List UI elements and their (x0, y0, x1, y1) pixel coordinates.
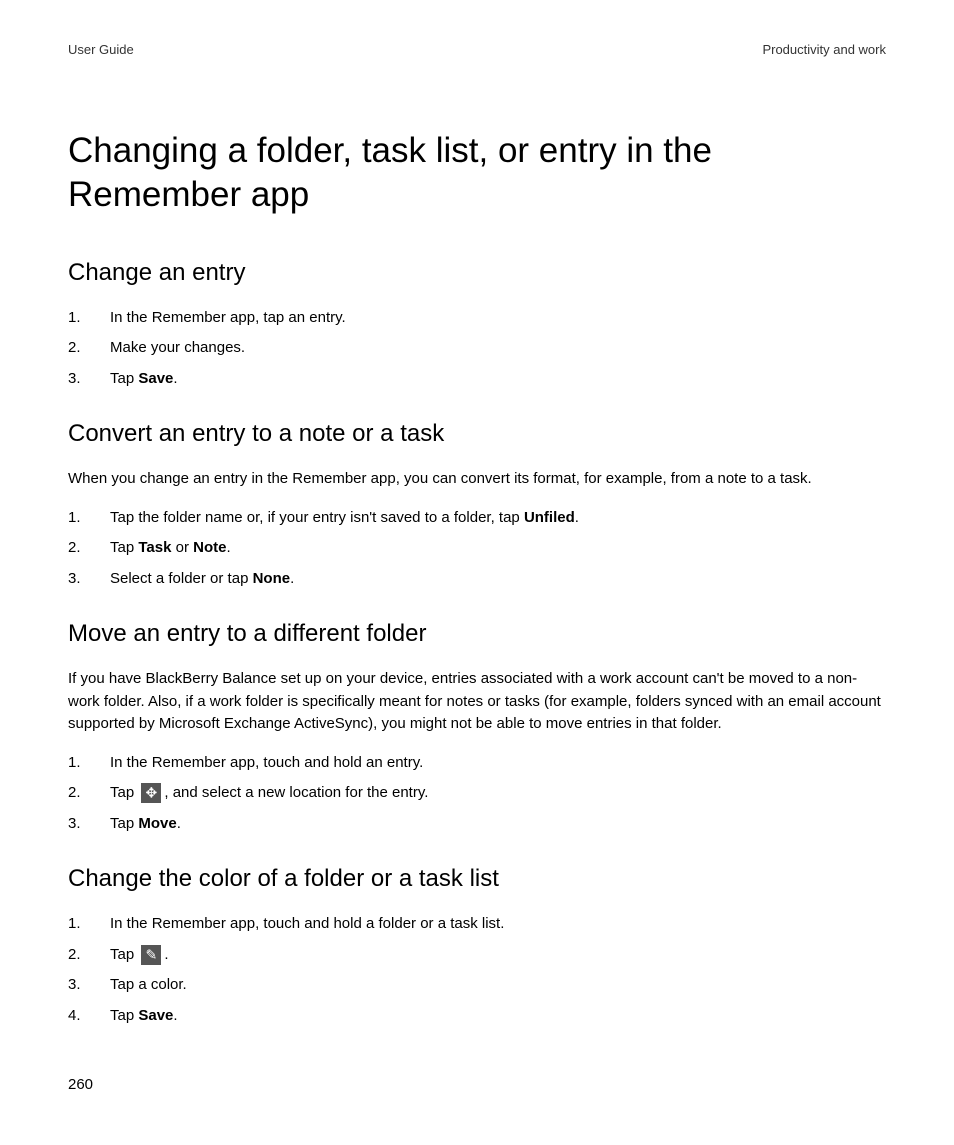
step-text: . (290, 570, 294, 587)
step-item: Tap the folder name or, if your entry is… (68, 507, 886, 530)
step-item: Tap a color. (68, 974, 886, 997)
step-list: Tap the folder name or, if your entry is… (68, 507, 886, 591)
section-intro: If you have BlackBerry Balance set up on… (68, 668, 886, 736)
step-text: . (173, 1007, 177, 1024)
move-icon (141, 783, 161, 803)
header-right: Productivity and work (762, 42, 886, 57)
header-left: User Guide (68, 42, 134, 57)
step-text: Select a folder or tap (110, 570, 253, 587)
step-text: , and select a new location for the entr… (164, 784, 428, 801)
step-text: Tap (110, 815, 138, 832)
step-list: In the Remember app, tap an entry. Make y… (68, 307, 886, 391)
step-item: Tap , and select a new location for the … (68, 782, 886, 805)
step-list: In the Remember app, touch and hold a fo… (68, 913, 886, 1027)
step-item: Tap Move. (68, 813, 886, 836)
step-text: Tap (110, 946, 138, 963)
step-item: Tap Task or Note. (68, 537, 886, 560)
step-bold: Save (138, 1007, 173, 1024)
step-item: Tap Save. (68, 368, 886, 391)
step-bold: Move (138, 815, 176, 832)
step-text: . (226, 539, 230, 556)
step-bold: Task (138, 539, 171, 556)
step-text: . (177, 815, 181, 832)
step-text: Tap (110, 370, 138, 387)
step-item: Tap . (68, 944, 886, 967)
step-item: In the Remember app, touch and hold an e… (68, 752, 886, 775)
section-heading: Change an entry (68, 259, 886, 287)
page-header: User Guide Productivity and work (68, 42, 886, 57)
step-list: In the Remember app, touch and hold an e… (68, 752, 886, 836)
step-item: In the Remember app, tap an entry. (68, 307, 886, 330)
page-number: 260 (68, 1076, 93, 1093)
edit-icon (141, 945, 161, 965)
step-text: or (171, 539, 193, 556)
step-bold: Unfiled (524, 509, 575, 526)
step-bold: None (253, 570, 291, 587)
step-text: Tap the folder name or, if your entry is… (110, 509, 524, 526)
step-item: Select a folder or tap None. (68, 568, 886, 591)
section-heading: Move an entry to a different folder (68, 620, 886, 648)
step-text: . (164, 946, 168, 963)
step-text: . (575, 509, 579, 526)
step-bold: Note (193, 539, 226, 556)
step-bold: Save (138, 370, 173, 387)
step-text: . (173, 370, 177, 387)
step-item: Make your changes. (68, 337, 886, 360)
step-text: Tap (110, 539, 138, 556)
step-item: In the Remember app, touch and hold a fo… (68, 913, 886, 936)
step-text: Tap (110, 1007, 138, 1024)
section-intro: When you change an entry in the Remember… (68, 468, 886, 491)
step-text: Tap (110, 784, 138, 801)
page-title: Changing a folder, task list, or entry i… (68, 129, 886, 217)
step-item: Tap Save. (68, 1005, 886, 1028)
section-heading: Change the color of a folder or a task l… (68, 865, 886, 893)
section-heading: Convert an entry to a note or a task (68, 420, 886, 448)
